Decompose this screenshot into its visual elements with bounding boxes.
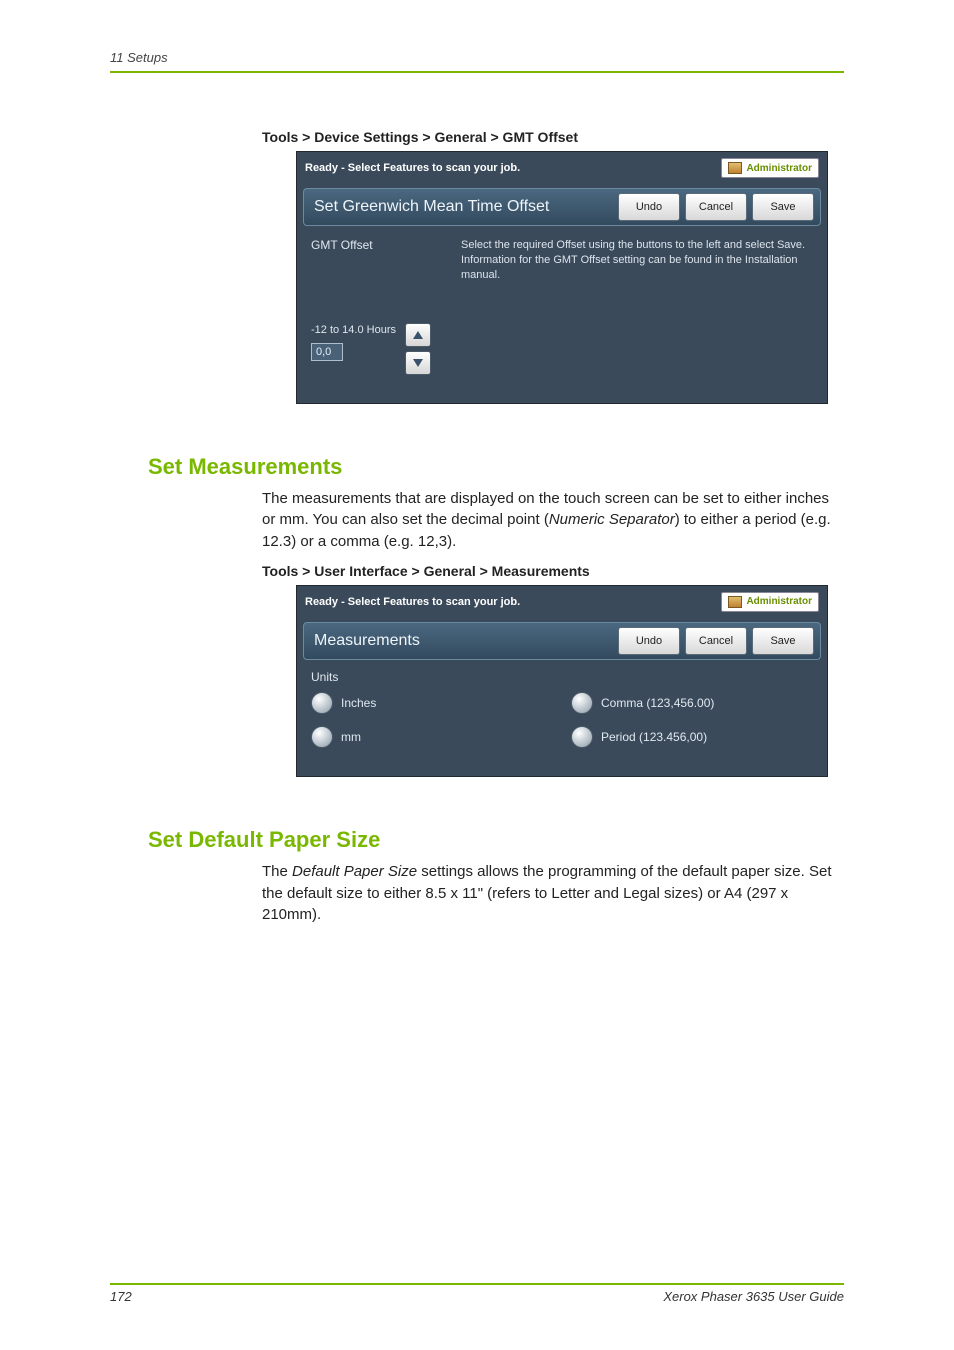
heading-set-measurements: Set Measurements <box>148 454 844 480</box>
panel-title: Set Greenwich Mean Time Offset <box>314 198 613 216</box>
gmt-value-field[interactable]: 0,0 <box>311 343 343 361</box>
panel-status-bar: Ready - Select Features to scan your job… <box>297 586 827 622</box>
page-number: 172 <box>110 1289 132 1304</box>
cancel-button[interactable]: Cancel <box>685 627 747 655</box>
gmt-offset-label: GMT Offset <box>311 238 461 283</box>
radio-label: Period (123.456,00) <box>601 730 707 744</box>
paper-size-body-text: The Default Paper Size settings allows t… <box>262 861 844 926</box>
radio-icon <box>311 692 333 714</box>
administrator-badge: Administrator <box>721 592 819 612</box>
admin-label: Administrator <box>746 163 812 174</box>
admin-label: Administrator <box>746 596 812 607</box>
cancel-button[interactable]: Cancel <box>685 193 747 221</box>
units-label: Units <box>311 670 813 684</box>
undo-button[interactable]: Undo <box>618 627 680 655</box>
measurements-body-text: The measurements that are displayed on t… <box>262 488 844 553</box>
radio-label: Inches <box>341 696 376 710</box>
running-head: 11 Setups <box>110 50 844 73</box>
unit-option-mm[interactable]: mm <box>311 726 571 748</box>
status-text: Ready - Select Features to scan your job… <box>305 596 520 608</box>
heading-set-default-paper-size: Set Default Paper Size <box>148 827 844 853</box>
panel-status-bar: Ready - Select Features to scan your job… <box>297 152 827 188</box>
gmt-increment-button[interactable] <box>405 323 431 347</box>
measurements-panel: Ready - Select Features to scan your job… <box>296 585 828 777</box>
separator-option-comma[interactable]: Comma (123,456.00) <box>571 692 714 714</box>
gmt-help-text: Select the required Offset using the but… <box>461 238 813 283</box>
breadcrumb-gmt: Tools > Device Settings > General > GMT … <box>262 129 844 145</box>
admin-icon <box>728 162 742 174</box>
page-footer: 172 Xerox Phaser 3635 User Guide <box>110 1283 844 1304</box>
chevron-up-icon <box>413 331 423 339</box>
gmt-offset-panel: Ready - Select Features to scan your job… <box>296 151 828 404</box>
guide-title: Xerox Phaser 3635 User Guide <box>663 1289 844 1304</box>
panel-title-bar: Set Greenwich Mean Time Offset Undo Canc… <box>303 188 821 226</box>
radio-icon <box>571 726 593 748</box>
undo-button[interactable]: Undo <box>618 193 680 221</box>
admin-icon <box>728 596 742 608</box>
administrator-badge: Administrator <box>721 158 819 178</box>
separator-option-period[interactable]: Period (123.456,00) <box>571 726 714 748</box>
panel-title: Measurements <box>314 632 613 650</box>
status-text: Ready - Select Features to scan your job… <box>305 162 520 174</box>
radio-label: Comma (123,456.00) <box>601 696 714 710</box>
radio-icon <box>311 726 333 748</box>
gmt-range-block: -12 to 14.0 Hours 0,0 <box>311 323 401 375</box>
panel-title-bar: Measurements Undo Cancel Save <box>303 622 821 660</box>
unit-option-inches[interactable]: Inches <box>311 692 571 714</box>
chevron-down-icon <box>413 359 423 367</box>
save-button[interactable]: Save <box>752 627 814 655</box>
save-button[interactable]: Save <box>752 193 814 221</box>
radio-label: mm <box>341 730 361 744</box>
gmt-range-text: -12 to 14.0 Hours <box>311 323 401 337</box>
gmt-decrement-button[interactable] <box>405 351 431 375</box>
radio-icon <box>571 692 593 714</box>
breadcrumb-measurements: Tools > User Interface > General > Measu… <box>262 563 844 579</box>
